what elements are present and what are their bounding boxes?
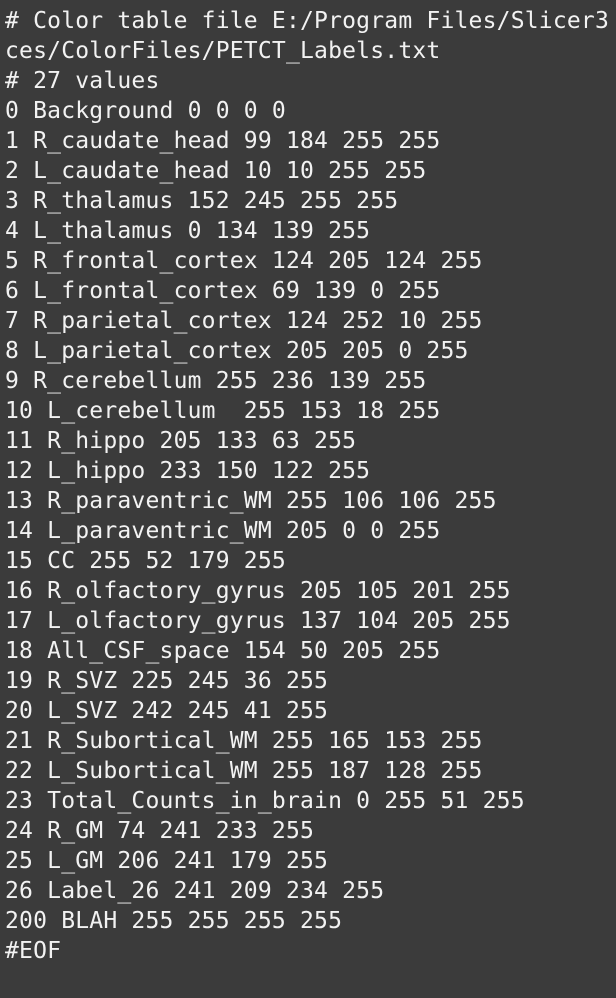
terminal-line: 14 L_paraventric_WM 205 0 0 255 xyxy=(5,518,441,544)
terminal-line: 16 R_olfactory_gyrus 205 105 201 255 xyxy=(5,578,511,604)
terminal-line: 20 L_SVZ 242 245 41 255 xyxy=(5,698,329,724)
terminal-line: 2 L_caudate_head 10 10 255 255 xyxy=(5,158,427,184)
terminal-line: ces/ColorFiles/PETCT_Labels.txt xyxy=(5,38,441,64)
terminal-line: 4 L_thalamus 0 134 139 255 xyxy=(5,218,371,244)
terminal-line: 23 Total_Counts_in_brain 0 255 51 255 xyxy=(5,788,525,814)
terminal-line: 3 R_thalamus 152 245 255 255 xyxy=(5,188,399,214)
terminal-line: 9 R_cerebellum 255 236 139 255 xyxy=(5,368,427,394)
terminal-line: 21 R_Subortical_WM 255 165 153 255 xyxy=(5,728,483,754)
terminal-line: 10 L_cerebellum 255 153 18 255 xyxy=(5,398,441,424)
terminal-line: 22 L_Subortical_WM 255 187 128 255 xyxy=(5,758,483,784)
terminal-line: # 27 values xyxy=(5,68,160,94)
terminal-line: 15 CC 255 52 179 255 xyxy=(5,548,286,574)
terminal-line: 13 R_paraventric_WM 255 106 106 255 xyxy=(5,488,497,514)
terminal-line: 7 R_parietal_cortex 124 252 10 255 xyxy=(5,308,483,334)
terminal-line: 19 R_SVZ 225 245 36 255 xyxy=(5,668,329,694)
terminal-line: 1 R_caudate_head 99 184 255 255 xyxy=(5,128,441,154)
terminal-line: 200 BLAH 255 255 255 255 xyxy=(5,908,343,934)
terminal-line: 25 L_GM 206 241 179 255 xyxy=(5,848,329,874)
terminal-window[interactable]: # Color table file E:/Program Files/Slic… xyxy=(0,0,616,998)
terminal-line: 24 R_GM 74 241 233 255 xyxy=(5,818,315,844)
terminal-line: 6 L_frontal_cortex 69 139 0 255 xyxy=(5,278,441,304)
terminal-line: 5 R_frontal_cortex 124 205 124 255 xyxy=(5,248,483,274)
terminal-line: # Color table file E:/Program Files/Slic… xyxy=(5,8,610,34)
terminal-line: 0 Background 0 0 0 0 xyxy=(5,98,286,124)
terminal-line: 8 L_parietal_cortex 205 205 0 255 xyxy=(5,338,469,364)
terminal-line: 11 R_hippo 205 133 63 255 xyxy=(5,428,357,454)
terminal-line: #EOF xyxy=(5,938,62,964)
terminal-line: 12 L_hippo 233 150 122 255 xyxy=(5,458,371,484)
terminal-line: 26 Label_26 241 209 234 255 xyxy=(5,878,385,904)
terminal-line: 18 All_CSF_space 154 50 205 255 xyxy=(5,638,441,664)
terminal-line: 17 L_olfactory_gyrus 137 104 205 255 xyxy=(5,608,511,634)
